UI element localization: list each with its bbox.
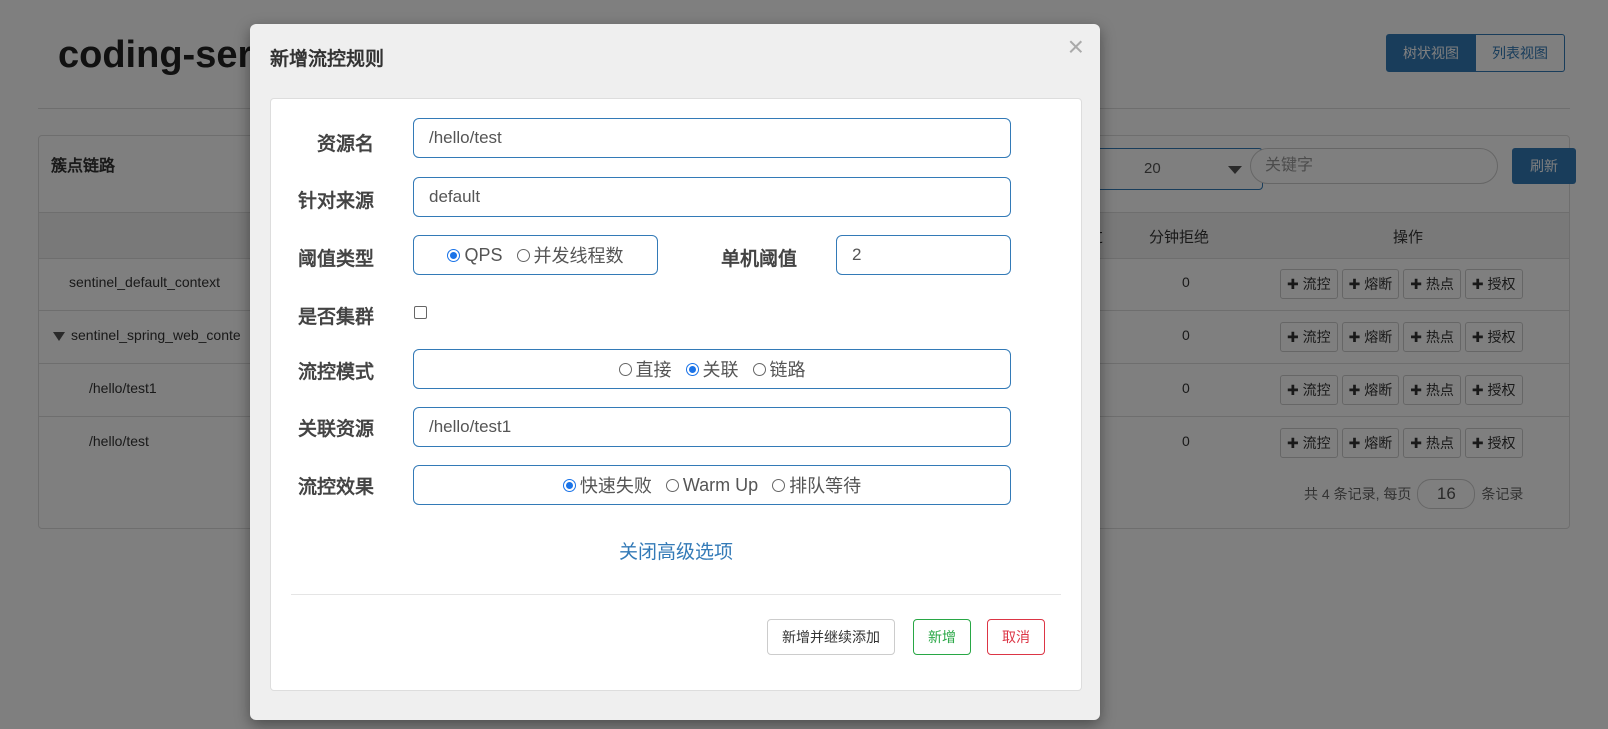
mode-direct[interactable]: 直接 [618,356,672,382]
close-advanced-link[interactable]: 关闭高级选项 [271,537,1081,564]
effect-group: 快速失败 Warm Up 排队等待 [413,465,1011,505]
effect-queue[interactable]: 排队等待 [772,472,861,498]
resource-name-value: /hello/test [429,128,502,147]
add-button[interactable]: 新增 [913,619,971,655]
origin-label: 针对来源 [298,191,375,212]
radio-checked-icon[interactable] [447,248,461,262]
threshold-type-group: QPS 并发线程数 [413,235,658,275]
mode-relate[interactable]: 关联 [685,356,739,382]
threshold-type-thread[interactable]: 并发线程数 [516,242,624,268]
threshold-type-radios: QPS 并发线程数 [414,236,657,274]
threshold-type-qps[interactable]: QPS [447,245,503,266]
radio-icon[interactable] [772,478,786,492]
effect-radios: 快速失败 Warm Up 排队等待 [414,466,1010,504]
ref-resource-value: /hello/test1 [429,417,512,436]
radio-checked-icon[interactable] [685,362,699,376]
mode-label: 流控模式 [298,362,375,383]
single-threshold-value: 2 [852,245,862,264]
threshold-type-label: 阈值类型 [298,249,375,270]
mode-group: 直接 关联 链路 [413,349,1011,389]
origin-input[interactable]: default [413,177,1011,217]
dialog-title: 新增流控规则 [270,49,385,70]
radio-checked-icon[interactable] [562,478,576,492]
mode-chain[interactable]: 链路 [752,356,806,382]
radio-icon[interactable] [618,362,632,376]
add-and-continue-button[interactable]: 新增并继续添加 [767,619,895,655]
form-footer-divider [291,594,1061,595]
add-flow-rule-dialog: 新增流控规则 × 资源名 /hello/test 针对来源 default 阈值… [250,24,1100,720]
effect-fast-fail[interactable]: 快速失败 [562,472,652,498]
ref-resource-label: 关联资源 [298,419,375,440]
cluster-label: 是否集群 [298,307,375,328]
radio-icon[interactable] [752,362,766,376]
mode-radios: 直接 关联 链路 [414,350,1010,388]
radio-icon[interactable] [665,478,679,492]
ref-resource-input[interactable]: /hello/test1 [413,407,1011,447]
cluster-checkbox[interactable] [414,306,427,319]
close-icon[interactable]: × [1068,30,1084,64]
origin-value: default [429,187,481,206]
cancel-button[interactable]: 取消 [987,619,1045,655]
rule-form: 资源名 /hello/test 针对来源 default 阈值类型 QPS 并发… [270,98,1082,691]
effect-warm-up[interactable]: Warm Up [665,475,758,496]
single-threshold-input[interactable]: 2 [836,235,1011,275]
single-threshold-label: 单机阈值 [721,249,798,270]
resource-label: 资源名 [317,134,375,155]
effect-label: 流控效果 [298,477,375,498]
radio-icon[interactable] [516,248,530,262]
resource-name-input[interactable]: /hello/test [413,118,1011,158]
